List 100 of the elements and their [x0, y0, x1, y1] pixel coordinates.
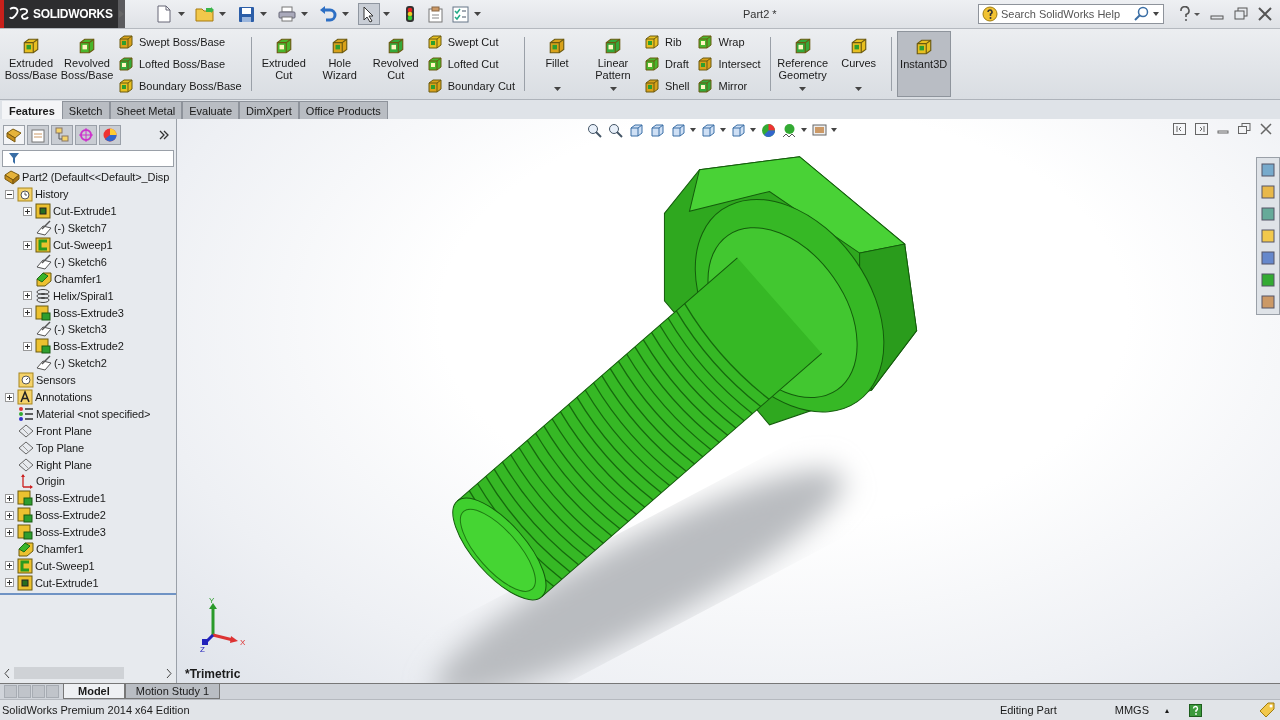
expand-toggle[interactable] [5, 578, 14, 588]
tree-item[interactable]: Boss-Extrude3 [53, 306, 124, 319]
ribbon-button[interactable]: Extruded Boss/Base [4, 31, 58, 97]
ribbon-button[interactable]: Draft [644, 54, 690, 74]
dimxpert-tab[interactable] [75, 125, 97, 145]
tree-item[interactable]: (-) Sketch6 [54, 255, 107, 268]
caret-icon[interactable] [474, 12, 481, 16]
ribbon-button[interactable]: Boundary Boss/Base [118, 76, 242, 96]
tile-left-icon[interactable] [1173, 123, 1186, 135]
caret-icon[interactable] [750, 128, 756, 132]
tree-item[interactable]: Boss-Extrude1 [35, 492, 106, 505]
expand-toggle[interactable] [5, 510, 14, 520]
caret-icon[interactable] [801, 128, 807, 132]
expand-toggle[interactable] [5, 561, 14, 571]
tree-item[interactable]: Cut-Extrude1 [35, 576, 99, 589]
tree-item[interactable]: Part2 (Default<<Default>_Disp [22, 171, 170, 184]
tree-item[interactable]: (-) Sketch2 [54, 357, 107, 370]
property-tab[interactable] [27, 125, 49, 145]
search-icon[interactable] [1134, 6, 1150, 22]
tree-item[interactable]: History [35, 188, 69, 201]
caret-icon[interactable] [260, 12, 267, 16]
ribbon-button[interactable]: Mirror [697, 76, 761, 96]
ribbon-button[interactable]: Extruded Cut [256, 31, 311, 97]
tree-item[interactable]: Chamfer1 [54, 272, 102, 285]
restore-icon[interactable] [1238, 123, 1251, 135]
tag-icon[interactable] [1258, 702, 1276, 718]
tree-item[interactable]: Front Plane [36, 424, 92, 437]
close-icon[interactable] [1260, 123, 1272, 135]
scroll-left-icon[interactable] [4, 668, 10, 678]
expand-toggle[interactable] [23, 341, 32, 351]
tree-item[interactable]: Material <not specified> [36, 407, 151, 420]
caret-icon[interactable] [690, 128, 696, 132]
feature-tree-tab[interactable] [3, 125, 25, 145]
tree-item[interactable]: Chamfer1 [36, 543, 84, 556]
expand-toggle[interactable] [5, 493, 14, 503]
caret-icon[interactable] [720, 128, 726, 132]
ribbon-button[interactable]: Swept Boss/Base [118, 32, 242, 52]
ribbon-button[interactable]: Lofted Boss/Base [118, 54, 242, 74]
model-tab[interactable]: Motion Study 1 [124, 684, 221, 699]
ribbon-button[interactable]: Revolved Boss/Base [60, 31, 114, 97]
tree-item[interactable]: Boss-Extrude3 [35, 526, 106, 539]
ribbon-button[interactable]: Curves [831, 31, 886, 97]
tree-item[interactable]: Annotations [35, 391, 92, 403]
tree-item[interactable]: Sensors [36, 374, 76, 387]
more-tabs-icon[interactable] [159, 130, 169, 140]
filter-field[interactable] [2, 150, 174, 167]
command-tab[interactable]: Office Products [298, 101, 388, 119]
tree-item[interactable]: Helix/Spiral1 [53, 289, 114, 302]
tree-item[interactable]: Origin [36, 475, 65, 488]
caret-icon[interactable] [1153, 12, 1159, 16]
caret-icon[interactable] [831, 128, 837, 132]
units-label[interactable]: MMGS [1114, 704, 1149, 716]
expand-toggle[interactable] [23, 308, 32, 318]
ribbon-button[interactable]: Lofted Cut [426, 54, 515, 74]
help-icon[interactable] [1178, 6, 1200, 22]
command-tab[interactable]: Features [2, 101, 62, 119]
scroll-right-icon[interactable] [166, 668, 172, 678]
display-tab[interactable] [99, 125, 121, 145]
ribbon-button[interactable]: Reference Geometry [775, 31, 830, 97]
command-tab[interactable]: DimXpert [239, 101, 299, 119]
ribbon-button[interactable]: Swept Cut [426, 32, 515, 52]
ribbon-button[interactable]: Rib [644, 32, 690, 52]
tile-right-icon[interactable] [1195, 123, 1208, 135]
close-icon[interactable] [1258, 7, 1272, 21]
tree-item[interactable]: Cut-Sweep1 [53, 239, 113, 251]
collapse-toggle[interactable] [5, 189, 14, 199]
expand-toggle[interactable] [23, 240, 32, 250]
zoom-area-icon[interactable] [606, 121, 624, 139]
help-icon[interactable] [1189, 703, 1202, 717]
command-tab[interactable]: Evaluate [182, 101, 239, 119]
ribbon-button[interactable]: Hole Wizard [312, 31, 367, 97]
expand-toggle[interactable] [5, 527, 14, 537]
tree-item[interactable]: Right Plane [36, 458, 92, 471]
command-tab[interactable]: Sketch [61, 101, 110, 119]
command-tab[interactable]: Sheet Metal [109, 101, 183, 119]
ribbon-button[interactable]: Wrap [697, 32, 761, 52]
expand-toggle[interactable] [5, 392, 14, 402]
ribbon-button[interactable]: Fillet [530, 31, 584, 97]
scene-icon[interactable] [780, 121, 798, 139]
ribbon-button[interactable]: Instant3D [896, 31, 951, 97]
ribbon-button[interactable]: Revolved Cut [368, 31, 423, 97]
caret-icon[interactable] [301, 12, 308, 16]
tree-item[interactable]: (-) Sketch3 [54, 323, 107, 336]
ribbon-button[interactable]: Boundary Cut [426, 76, 515, 96]
restore-icon[interactable] [1234, 7, 1248, 21]
caret-icon[interactable] [342, 12, 349, 16]
units-caret[interactable]: ▴ [1165, 705, 1169, 715]
ribbon-button[interactable]: Linear Pattern [586, 31, 640, 97]
tree-item[interactable]: Top Plane [36, 441, 85, 454]
tree-item[interactable]: Cut-Sweep1 [35, 559, 95, 572]
scrollbar-thumb[interactable] [14, 667, 124, 679]
search-field[interactable]: Search SolidWorks Help [978, 4, 1164, 24]
ribbon-button[interactable]: Intersect [697, 54, 761, 74]
caret-icon[interactable] [219, 12, 226, 16]
caret-icon[interactable] [383, 12, 390, 16]
tree-item[interactable]: Boss-Extrude2 [35, 509, 106, 522]
toolbar-button[interactable] [358, 3, 380, 25]
expand-toggle[interactable] [23, 291, 32, 301]
model-tab[interactable]: Model [63, 684, 125, 699]
caret-icon[interactable] [178, 12, 185, 16]
